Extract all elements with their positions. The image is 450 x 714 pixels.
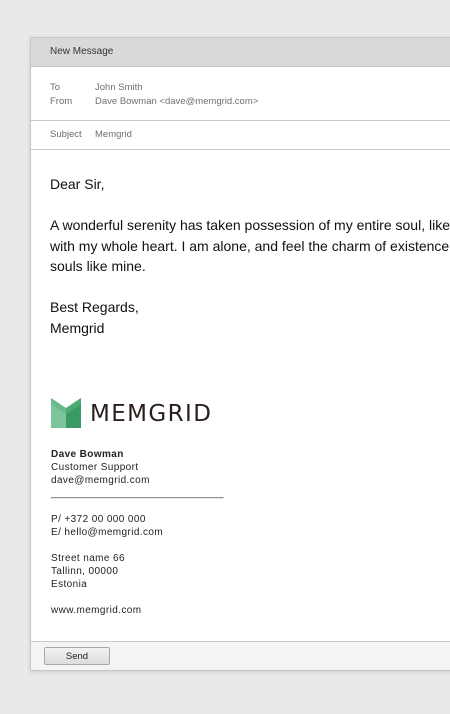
signature-phone: P/ +372 00 000 000	[51, 514, 146, 525]
signature-country: Estonia	[51, 579, 88, 590]
signature-contact-email[interactable]: E/ hello@memgrid.com	[51, 526, 223, 539]
address-fields: To John Smith From Dave Bowman <dave@mem…	[31, 67, 450, 121]
subject-label: Subject	[50, 129, 82, 140]
logo-wordmark: MEMGRID	[90, 401, 213, 427]
message-body[interactable]: Dear Sir, A wonderful serenity has taken…	[50, 174, 450, 338]
email-signature: MEMGRID Dave Bowman Customer Support dav…	[51, 396, 223, 617]
paragraph-line: souls like mine.	[50, 258, 146, 274]
signature-name: Dave Bowman	[51, 449, 124, 460]
signature-role: Customer Support	[51, 462, 139, 473]
closing: Best Regards,	[50, 299, 139, 315]
to-label: To	[50, 82, 61, 93]
memgrid-logo: MEMGRID	[51, 396, 223, 430]
from-row[interactable]: From Dave Bowman <dave@memgrid.com>	[31, 96, 450, 109]
signature-website-link[interactable]: www.memgrid.com	[51, 604, 223, 617]
signature-separator: _______________________________	[51, 488, 224, 499]
to-row[interactable]: To John Smith	[31, 82, 450, 95]
subject-field[interactable]: Memgrid	[95, 129, 132, 140]
sender-name: Memgrid	[50, 319, 105, 336]
paragraph-line: A wonderful serenity has taken possessio…	[50, 217, 450, 233]
compose-window: New Message To John Smith From Dave Bowm…	[30, 37, 450, 671]
from-label: From	[50, 96, 73, 107]
signature-email-link[interactable]: dave@memgrid.com	[51, 474, 223, 487]
send-button[interactable]: Send	[44, 647, 110, 665]
memgrid-logo-icon	[51, 398, 81, 428]
from-field[interactable]: Dave Bowman <dave@memgrid.com>	[95, 96, 258, 107]
greeting: Dear Sir,	[50, 176, 105, 192]
window-title: New Message	[31, 38, 450, 67]
signature-street: Street name 66	[51, 553, 125, 564]
signature-city: Tallinn, 00000	[51, 566, 119, 577]
paragraph-line: with my whole heart. I am alone, and fee…	[50, 237, 450, 254]
subject-field-row: Subject Memgrid	[31, 121, 450, 150]
to-field[interactable]: John Smith	[95, 82, 143, 93]
compose-footer: Send	[31, 641, 450, 670]
